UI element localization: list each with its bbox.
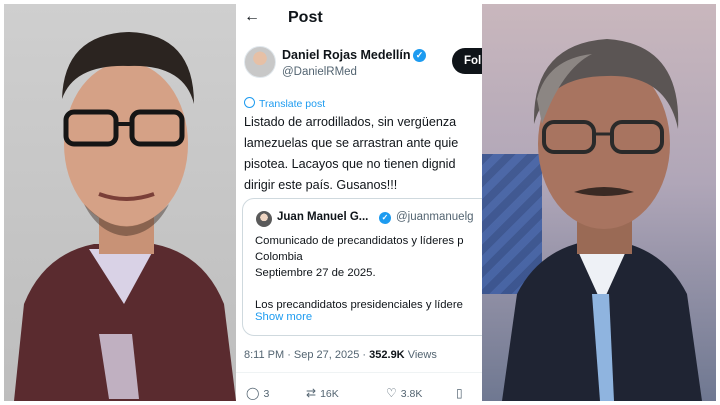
repost-icon: ⇄ bbox=[306, 386, 317, 400]
author-handle[interactable]: @DanielRMed bbox=[282, 66, 357, 78]
tweet-text-line: dirigir este país. Gusanos!!! bbox=[244, 178, 398, 192]
heart-icon: ♡ bbox=[386, 386, 397, 400]
views-count: 352.9K bbox=[369, 349, 405, 361]
repost-count: 16K bbox=[320, 388, 339, 400]
reply-button[interactable]: ◯ 3 bbox=[246, 386, 269, 400]
quote-text-line: Septiembre 27 de 2025. bbox=[255, 267, 376, 279]
author-row: Daniel Rojas Medellín ✓ @DanielRMed Foll… bbox=[244, 46, 482, 82]
quote-author-handle: @juanmanuelg bbox=[396, 211, 474, 223]
views-label: Views bbox=[404, 349, 437, 361]
follow-button[interactable]: Follow bbox=[452, 48, 482, 74]
repost-button[interactable]: ⇄ 16K bbox=[306, 386, 339, 400]
page-title: Post bbox=[288, 9, 323, 26]
verified-badge-icon: ✓ bbox=[413, 49, 426, 62]
show-more-link[interactable]: Show more bbox=[255, 311, 312, 323]
quote-text-line bbox=[255, 281, 482, 297]
photo-left bbox=[4, 4, 236, 401]
tweet-text-line: pisotea. Lacayos que no tienen dignid bbox=[244, 157, 456, 171]
back-arrow-icon[interactable]: ← bbox=[244, 9, 260, 25]
tweet-text-line: lamezuelas que se arrastran ante quie bbox=[244, 136, 459, 150]
quote-text-line: Comunicado de precandidatos y líderes p bbox=[255, 235, 464, 247]
quote-verified-badge-icon: ✓ bbox=[379, 212, 391, 224]
translate-post-link[interactable]: Translate post bbox=[259, 98, 325, 110]
action-bar: ◯ 3 ⇄ 16K ♡ 3.8K ▯ bbox=[236, 386, 482, 405]
tweet-text-line: Listado de arrodillados, sin vergüenza bbox=[244, 115, 457, 129]
portrait-man-glasses-illustration bbox=[14, 32, 236, 401]
quote-text-line: Colombia bbox=[255, 251, 303, 263]
like-count: 3.8K bbox=[400, 388, 423, 400]
portrait-older-man-glasses-illustration bbox=[502, 39, 702, 401]
tweet-text: Listado de arrodillados, sin vergüenza l… bbox=[244, 112, 482, 196]
reply-count: 3 bbox=[263, 388, 270, 400]
divider bbox=[236, 372, 482, 373]
translate-row[interactable]: Translate post bbox=[244, 94, 325, 110]
photo-right bbox=[482, 4, 716, 401]
post-header: ← Post bbox=[236, 0, 482, 36]
reply-icon: ◯ bbox=[246, 386, 260, 400]
author-avatar[interactable] bbox=[244, 46, 276, 78]
quote-author-name: Juan Manuel G... bbox=[277, 211, 369, 223]
quoted-post-card[interactable]: Juan Manuel G... ✓ @juanmanuelg Comunica… bbox=[242, 198, 482, 336]
bookmark-button[interactable]: ▯ bbox=[456, 386, 467, 400]
bookmark-icon: ▯ bbox=[456, 386, 463, 400]
like-button[interactable]: ♡ 3.8K bbox=[386, 386, 422, 400]
translate-icon bbox=[244, 97, 255, 108]
quote-text: Comunicado de precandidatos y líderes p … bbox=[255, 233, 482, 313]
post-meta: 8:11 PM · Sep 27, 2025 · 352.9K Views bbox=[244, 349, 437, 361]
author-name[interactable]: Daniel Rojas Medellín bbox=[282, 48, 411, 62]
post-panel: ← Post Daniel Rojas Medellín ✓ @DanielRM… bbox=[236, 0, 482, 405]
quote-author-avatar bbox=[256, 211, 272, 227]
post-timestamp[interactable]: 8:11 PM · Sep 27, 2025 · bbox=[244, 349, 369, 361]
